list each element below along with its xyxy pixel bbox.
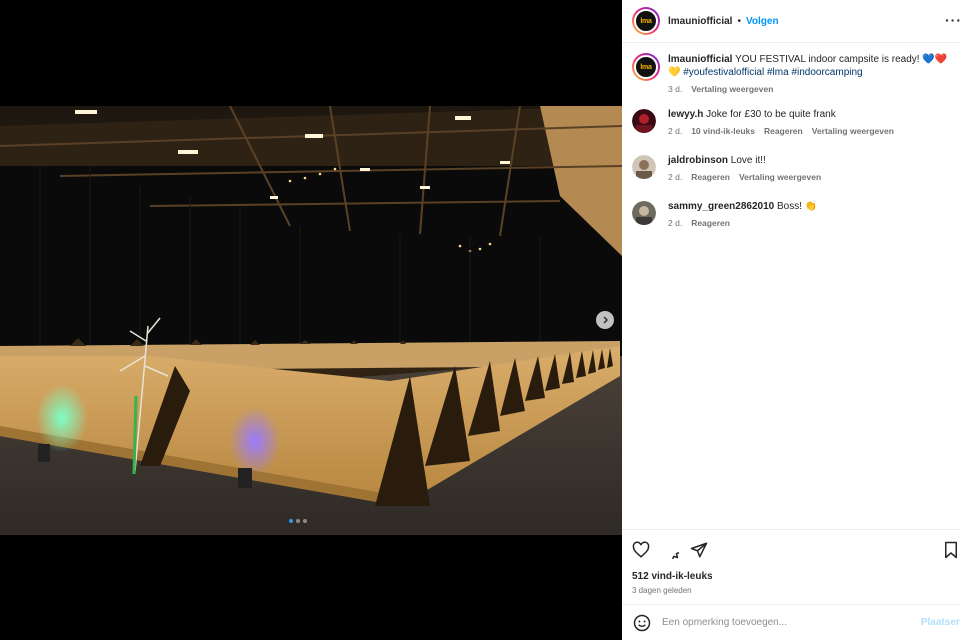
caption: lma lmauniofficial YOU FESTIVAL indoor c… (632, 52, 950, 96)
post-header: lma lmauniofficial • Volgen ··· (622, 0, 960, 43)
carousel-dot (296, 519, 300, 523)
post-timestamp: 3 dagen geleden (632, 586, 692, 595)
share-icon[interactable] (690, 541, 708, 559)
comment-text: Joke for £30 to be quite frank (706, 109, 836, 120)
emoji-icon[interactable] (633, 614, 651, 632)
post-actions: 512 vind-ik-leuks 3 dagen geleden (622, 529, 960, 604)
comment-likes[interactable]: 10 vind-ik-leuks (691, 125, 755, 138)
comment-text: Love it!! (730, 155, 766, 166)
post-comment-button[interactable]: Plaatsen (921, 617, 960, 628)
carousel-dot (303, 519, 307, 523)
like-count[interactable]: 512 vind-ik-leuks (632, 571, 950, 582)
comment-composer: Een opmerking toevoegen... Plaatsen (622, 604, 960, 640)
bookmark-icon[interactable] (942, 541, 960, 559)
chevron-right-icon (603, 316, 608, 324)
avatar[interactable]: lma (632, 7, 660, 35)
separator: • (737, 15, 741, 27)
avatar-logo-text: lma (640, 63, 652, 71)
media-viewer (0, 0, 622, 640)
caption-hashtags[interactable]: #youfestivalofficial #lma #indoorcamping (683, 67, 862, 78)
comment-username[interactable]: lewyy.h (668, 109, 703, 120)
list-item: jaldrobinson Love it!! 2 d. Reageren Ver… (632, 154, 950, 184)
more-options-icon[interactable]: ··· (945, 12, 960, 28)
comment-input[interactable]: Een opmerking toevoegen... (662, 617, 921, 628)
comment-icon[interactable] (661, 541, 679, 559)
caption-username[interactable]: lmauniofficial (668, 54, 732, 65)
avatar[interactable] (632, 201, 656, 225)
author-username[interactable]: lmauniofficial (668, 16, 732, 27)
comment-age: 2 d. (668, 172, 683, 182)
avatar[interactable] (632, 109, 656, 133)
comment-text: Boss! 👏 (776, 201, 818, 212)
post-sidebar: lma lmauniofficial • Volgen ··· lma lmau… (622, 0, 960, 640)
translate-link[interactable]: Vertaling weergeven (739, 171, 821, 184)
carousel-dot (289, 519, 293, 523)
translate-link[interactable]: Vertaling weergeven (812, 125, 894, 138)
instagram-post-modal: lma lmauniofficial • Volgen ··· lma lmau… (0, 0, 960, 640)
comment-username[interactable]: jaldrobinson (668, 155, 728, 166)
avatar[interactable]: lma (632, 53, 660, 81)
avatar-logo-text: lma (640, 17, 652, 25)
reply-button[interactable]: Reageren (691, 171, 730, 184)
comments-list: lma lmauniofficial YOU FESTIVAL indoor c… (622, 43, 960, 529)
carousel-indicator (289, 519, 307, 523)
next-slide-button[interactable] (596, 311, 614, 329)
list-item: sammy_green2862010 Boss! 👏 2 d. Reageren (632, 200, 950, 230)
reply-button[interactable]: Reageren (691, 217, 730, 230)
follow-button[interactable]: Volgen (746, 16, 779, 27)
reply-button[interactable]: Reageren (764, 125, 803, 138)
comment-age: 2 d. (668, 126, 683, 136)
comment-username[interactable]: sammy_green2862010 (668, 201, 774, 212)
comment-age: 2 d. (668, 218, 683, 228)
post-photo (0, 106, 622, 535)
list-item: lewyy.h Joke for £30 to be quite frank 2… (632, 108, 950, 138)
translate-link[interactable]: Vertaling weergeven (691, 83, 773, 96)
caption-age: 3 d. (668, 84, 683, 94)
avatar[interactable] (632, 155, 656, 179)
heart-icon[interactable] (632, 541, 650, 559)
